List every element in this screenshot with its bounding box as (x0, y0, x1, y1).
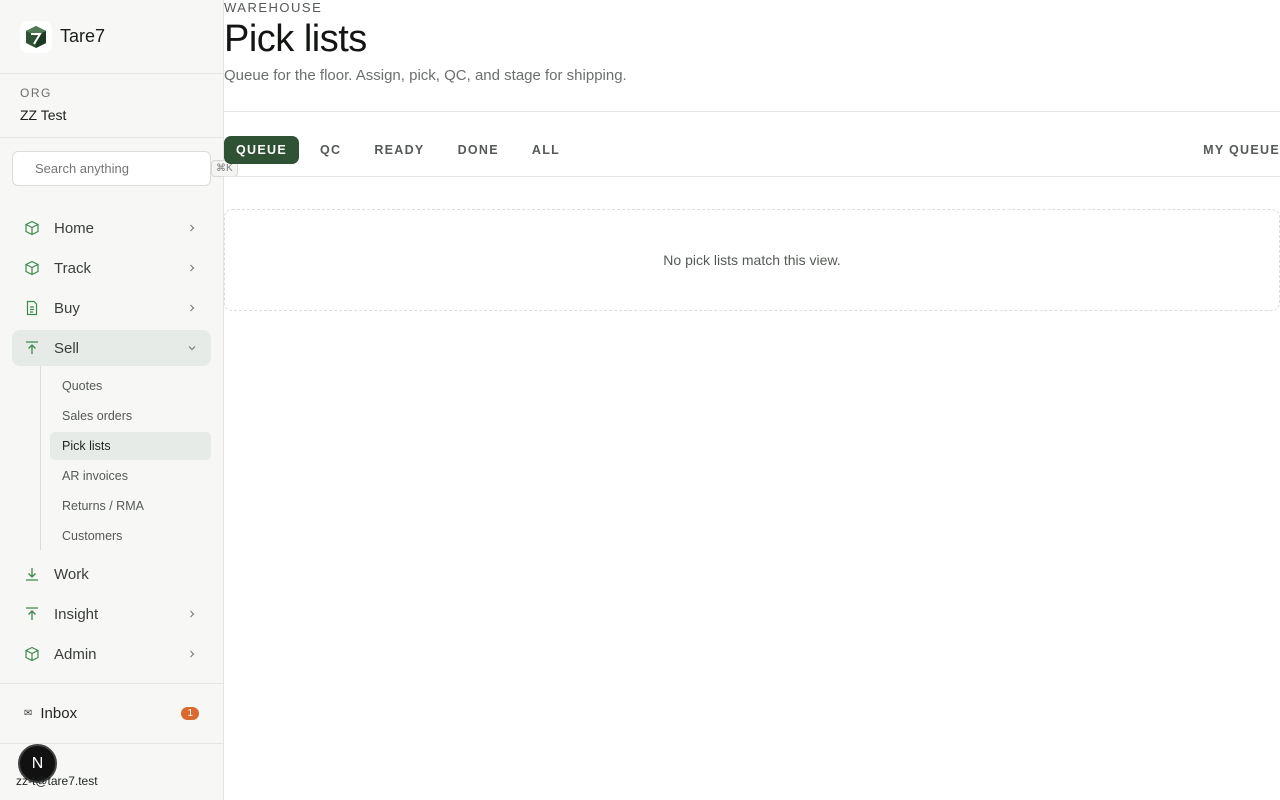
inbox-label: Inbox (40, 705, 78, 722)
brand[interactable]: Tare7 (0, 0, 223, 74)
arrow-up-icon (24, 340, 40, 356)
user-section[interactable]: N zz-t@tare7.test (0, 744, 223, 800)
nav-item-work[interactable]: Work (12, 556, 211, 592)
sidebar: Tare7 ORG ZZ Test ⌘K Home Track (0, 0, 238, 800)
sidebar-item-returns-rma[interactable]: Returns / RMA (50, 492, 211, 520)
inbox-link[interactable]: ✉ Inbox 1 (0, 683, 223, 744)
divider (224, 176, 1280, 177)
page-eyebrow: WAREHOUSE (224, 0, 323, 15)
chevron-down-icon (188, 346, 196, 351)
chevron-right-icon (190, 650, 195, 658)
chevron-right-icon (190, 224, 195, 232)
tab-done[interactable]: DONE (446, 136, 511, 164)
main-content: WAREHOUSE Pick lists Queue for the floor… (224, 0, 1280, 800)
nav-label: Admin (54, 645, 97, 663)
arrow-down-icon (24, 566, 40, 582)
sidebar-item-pick-lists[interactable]: Pick lists (50, 432, 211, 460)
sidebar-item-sales-orders[interactable]: Sales orders (50, 402, 211, 430)
user-email: zz-t@tare7.test (16, 774, 98, 788)
my-queue-toggle[interactable]: MY QUEUE (1203, 136, 1280, 164)
document-icon (24, 300, 40, 316)
org-section: ORG ZZ Test (0, 74, 223, 138)
nav-label: Track (54, 259, 91, 277)
cube-icon (24, 646, 40, 662)
nav-label: Home (54, 219, 95, 237)
mail-icon: ✉ (24, 708, 33, 719)
tab-qc[interactable]: QC (308, 136, 353, 164)
nav-label: Work (54, 565, 89, 583)
nav-item-home[interactable]: Home (12, 210, 211, 246)
nav-item-insight[interactable]: Insight (12, 596, 211, 632)
cube-icon (24, 260, 40, 276)
org-name[interactable]: ZZ Test (20, 107, 203, 123)
sidebar-item-quotes[interactable]: Quotes (50, 372, 211, 400)
nav-item-buy[interactable]: Buy (12, 290, 211, 326)
nav-label: Insight (54, 605, 99, 623)
org-label: ORG (20, 86, 52, 100)
divider (224, 111, 1280, 112)
empty-state: No pick lists match this view. (224, 209, 1280, 311)
page-subtitle: Queue for the floor. Assign, pick, QC, a… (224, 67, 627, 84)
chevron-right-icon (190, 610, 195, 618)
tab-queue[interactable]: QUEUE (224, 136, 299, 164)
cube-logo-icon (20, 20, 52, 53)
nav-item-sell[interactable]: Sell (12, 330, 211, 366)
page-title: Pick lists (224, 18, 367, 60)
status-tabs: QUEUE QC READY DONE ALL (224, 136, 581, 164)
search-box[interactable]: ⌘K (12, 151, 238, 186)
cube-icon (24, 220, 40, 236)
nav-item-admin[interactable]: Admin (12, 636, 211, 672)
sidebar-item-ar-invoices[interactable]: AR invoices (50, 462, 211, 490)
sidebar-item-customers[interactable]: Customers (50, 522, 211, 550)
sell-submenu: Quotes Sales orders Pick lists AR invoic… (40, 366, 211, 550)
nav-label: Buy (54, 299, 80, 317)
nav-item-track[interactable]: Track (12, 250, 211, 286)
search-input[interactable] (35, 161, 211, 176)
chevron-right-icon (190, 264, 195, 272)
tab-all[interactable]: ALL (520, 136, 572, 164)
arrow-up-icon (24, 606, 40, 622)
nav-label: Sell (54, 339, 80, 357)
empty-state-message: No pick lists match this view. (663, 252, 841, 268)
tab-ready[interactable]: READY (362, 136, 436, 164)
inbox-count-badge: 1 (181, 707, 199, 720)
chevron-right-icon (190, 304, 195, 312)
main-nav: Home Track Buy Sell Quotes Sales orders … (12, 210, 211, 676)
brand-name: Tare7 (60, 26, 106, 46)
